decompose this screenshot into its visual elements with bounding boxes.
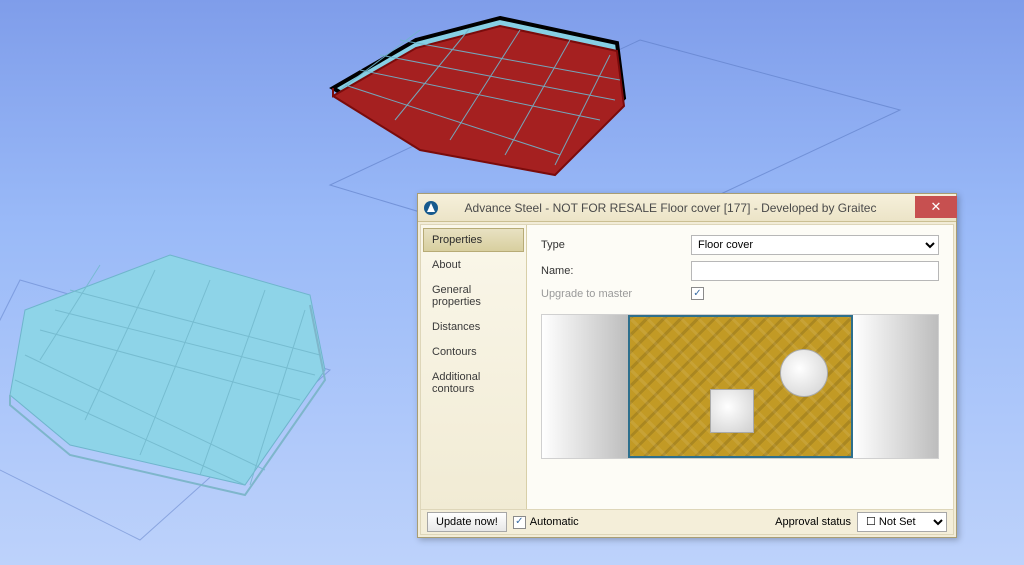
dialog-footer: Update now! ✓ Automatic Approval status …: [420, 509, 954, 535]
automatic-checkbox[interactable]: ✓ Automatic: [513, 516, 579, 529]
properties-dialog: Advance Steel - NOT FOR RESALE Floor cov…: [417, 193, 957, 538]
floor-cover-top[interactable]: [333, 18, 624, 175]
name-label: Name:: [541, 265, 691, 277]
close-button[interactable]: ✕: [915, 196, 957, 218]
approval-status-select[interactable]: ☐ Not Set: [857, 512, 947, 532]
preview-circle-cutout: [780, 349, 828, 397]
dialog-title: Advance Steel - NOT FOR RESALE Floor cov…: [446, 201, 915, 215]
approval-status-group: Approval status ☐ Not Set: [775, 512, 947, 532]
close-icon: ✕: [931, 199, 942, 215]
sidebar-item-contours[interactable]: Contours: [423, 340, 524, 364]
upgrade-label: Upgrade to master: [541, 288, 691, 300]
dialog-sidebar: Properties About General properties Dist…: [421, 225, 527, 510]
approval-status-label: Approval status: [775, 516, 851, 528]
preview-gradient-left: [542, 315, 628, 458]
automatic-label: Automatic: [530, 516, 579, 528]
title-bar[interactable]: Advance Steel - NOT FOR RESALE Floor cov…: [418, 194, 956, 222]
sidebar-item-properties[interactable]: Properties: [423, 228, 524, 252]
preview-square-cutout: [710, 389, 754, 433]
name-input[interactable]: [691, 261, 939, 281]
preview-gradient-right: [853, 315, 939, 458]
sidebar-item-distances[interactable]: Distances: [423, 315, 524, 339]
check-icon: ✓: [693, 289, 701, 299]
type-select[interactable]: Floor cover: [691, 235, 939, 255]
update-now-button[interactable]: Update now!: [427, 512, 507, 532]
preview-area: [541, 314, 939, 459]
sidebar-item-about[interactable]: About: [423, 253, 524, 277]
app-icon: [422, 199, 440, 217]
upgrade-to-master-checkbox[interactable]: ✓: [691, 287, 704, 300]
properties-panel: Type Floor cover Name: Upgrade to master…: [527, 225, 953, 510]
check-icon: ✓: [515, 517, 523, 527]
sidebar-item-general-properties[interactable]: General properties: [423, 278, 524, 314]
sidebar-item-additional-contours[interactable]: Additional contours: [423, 365, 524, 401]
dialog-body: Properties About General properties Dist…: [420, 224, 954, 511]
preview-floor-cover: [628, 315, 853, 458]
type-label: Type: [541, 239, 691, 251]
